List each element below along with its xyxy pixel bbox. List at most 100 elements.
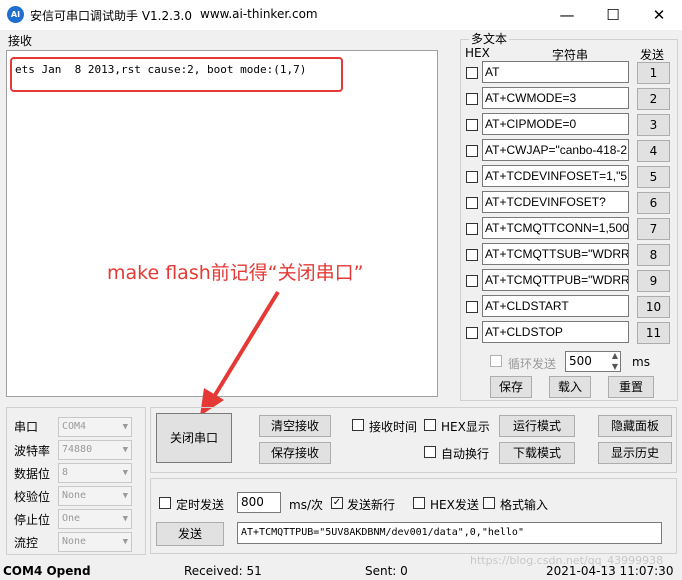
send-interval-input[interactable]: 800: [237, 492, 281, 513]
loop-interval-value: 500: [569, 354, 592, 368]
row-send-button[interactable]: 11: [637, 322, 670, 344]
hex-send-checkbox[interactable]: [413, 497, 425, 509]
hide-panel-button[interactable]: 隐藏面板: [598, 415, 672, 437]
timed-send-label: 定时发送: [176, 498, 225, 512]
row-hex-checkbox[interactable]: [466, 249, 478, 261]
status-bar: COM4 Opend Received: 51 Sent: 0 https://…: [0, 554, 682, 580]
send-interval-unit: ms/次: [289, 498, 323, 512]
receive-label: 接收: [8, 34, 33, 48]
flow-control-label: 流控: [14, 536, 39, 550]
send-newline-checkbox[interactable]: ✓: [331, 497, 343, 509]
data-bits-label: 数据位: [14, 467, 51, 481]
highlight-box: [10, 57, 343, 92]
row-string-input[interactable]: AT+TCDEVINFOSET=1,"5U: [482, 165, 629, 187]
chevron-down-icon: ▼: [122, 468, 128, 478]
row-send-button[interactable]: 6: [637, 192, 670, 214]
save-receive-button[interactable]: 保存接收: [259, 442, 331, 464]
title-bar: AI 安信可串口调试助手 V1.2.3.0 www.ai-thinker.com…: [0, 0, 682, 30]
auto-wrap-label: 自动换行: [441, 447, 490, 461]
load-button[interactable]: 载入: [549, 376, 591, 398]
download-mode-button[interactable]: 下载模式: [499, 442, 575, 464]
send-newline-label: 发送新行: [347, 498, 396, 512]
chevron-down-icon: ▼: [122, 537, 128, 547]
port-status: COM4 Opend: [3, 564, 91, 578]
website-text: www.ai-thinker.com: [200, 7, 318, 21]
row-hex-checkbox[interactable]: [466, 67, 478, 79]
row-string-input[interactable]: AT+TCMQTTPUB="WDRR: [482, 269, 629, 291]
data-bits-select[interactable]: 8 ▼: [58, 463, 132, 483]
spin-arrows-icon[interactable]: ▲ ▼: [612, 350, 618, 372]
row-send-button[interactable]: 10: [637, 296, 670, 318]
row-hex-checkbox[interactable]: [466, 119, 478, 131]
close-port-button[interactable]: 关闭串口: [156, 413, 232, 463]
send-header: 发送: [640, 48, 665, 62]
close-window-button[interactable]: ✕: [636, 0, 682, 30]
baud-value: 74880: [62, 444, 93, 455]
row-hex-checkbox[interactable]: [466, 327, 478, 339]
port-label: 串口: [14, 420, 39, 434]
row-hex-checkbox[interactable]: [466, 301, 478, 313]
row-send-button[interactable]: 9: [637, 270, 670, 292]
hex-send-label: HEX发送: [430, 498, 479, 512]
row-string-input[interactable]: AT+TCMQTTSUB="WDRR: [482, 243, 629, 265]
port-value: COM4: [62, 421, 87, 432]
row-string-input[interactable]: AT+TCMQTTCONN=1,500: [482, 217, 629, 239]
loop-interval-input[interactable]: 500 ▲ ▼: [565, 351, 621, 372]
row-send-button[interactable]: 8: [637, 244, 670, 266]
row-hex-checkbox[interactable]: [466, 223, 478, 235]
loop-send-checkbox[interactable]: [490, 355, 502, 367]
send-input[interactable]: AT+TCMQTTPUB="5UV8AKDBNM/dev001/data",0,…: [237, 522, 662, 544]
row-hex-checkbox[interactable]: [466, 275, 478, 287]
timed-send-checkbox[interactable]: [159, 497, 171, 509]
row-hex-checkbox[interactable]: [466, 93, 478, 105]
chevron-down-icon: ▼: [122, 445, 128, 455]
maximize-button[interactable]: ☐: [590, 0, 636, 30]
multi-text-title: 多文本: [469, 30, 510, 47]
hex-header: HEX: [465, 46, 490, 60]
row-send-button[interactable]: 1: [637, 62, 670, 84]
annotation-text: make flash前记得“关闭串口”: [107, 262, 364, 284]
baud-select[interactable]: 74880 ▼: [58, 440, 132, 460]
clear-receive-button[interactable]: 清空接收: [259, 415, 331, 437]
row-send-button[interactable]: 2: [637, 88, 670, 110]
row-string-input[interactable]: AT+CWMODE=3: [482, 87, 629, 109]
auto-wrap-checkbox[interactable]: [424, 446, 436, 458]
minimize-button[interactable]: —: [544, 0, 590, 30]
datetime: 2021-04-13 11:07:30: [546, 564, 674, 578]
row-send-button[interactable]: 7: [637, 218, 670, 240]
hex-display-checkbox[interactable]: [424, 419, 436, 431]
flow-control-select[interactable]: None ▼: [58, 532, 132, 552]
row-string-input[interactable]: AT+CWJAP="canbo-418-2: [482, 139, 629, 161]
port-select[interactable]: COM4 ▼: [58, 417, 132, 437]
row-send-button[interactable]: 4: [637, 140, 670, 162]
row-string-input[interactable]: AT: [482, 61, 629, 83]
window-title: 安信可串口调试助手 V1.2.3.0: [30, 9, 193, 23]
chevron-down-icon: ▼: [122, 514, 128, 524]
row-string-input[interactable]: AT+CLDSTART: [482, 295, 629, 317]
stop-bits-select[interactable]: One ▼: [58, 509, 132, 529]
run-mode-button[interactable]: 运行模式: [499, 415, 575, 437]
flow-control-value: None: [62, 536, 87, 547]
parity-value: None: [62, 490, 87, 501]
row-string-input[interactable]: AT+CLDSTOP: [482, 321, 629, 343]
format-input-label: 格式输入: [500, 498, 549, 512]
row-string-input[interactable]: AT+CIPMODE=0: [482, 113, 629, 135]
chevron-down-icon: ▼: [122, 491, 128, 501]
receive-time-checkbox[interactable]: [352, 419, 364, 431]
data-bits-value: 8: [62, 467, 69, 478]
reset-button[interactable]: 重置: [608, 376, 654, 398]
row-hex-checkbox[interactable]: [466, 171, 478, 183]
receive-time-label: 接收时间: [369, 420, 418, 434]
row-hex-checkbox[interactable]: [466, 145, 478, 157]
row-send-button[interactable]: 3: [637, 114, 670, 136]
row-hex-checkbox[interactable]: [466, 197, 478, 209]
parity-select[interactable]: None ▼: [58, 486, 132, 506]
save-button[interactable]: 保存: [490, 376, 532, 398]
stop-bits-label: 停止位: [14, 513, 51, 527]
show-history-button[interactable]: 显示历史: [598, 442, 672, 464]
format-input-checkbox[interactable]: [483, 497, 495, 509]
send-button[interactable]: 发送: [156, 522, 224, 546]
row-send-button[interactable]: 5: [637, 166, 670, 188]
loop-send-label: 循环发送: [508, 357, 557, 371]
row-string-input[interactable]: AT+TCDEVINFOSET?: [482, 191, 629, 213]
